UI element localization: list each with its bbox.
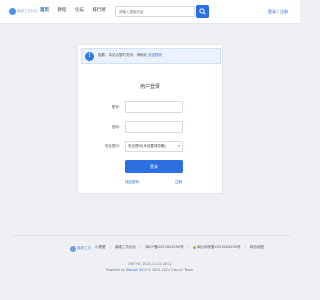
login-card: ! 抱歉，本站点暂时关闭，请稍后 安全提问 用户登录 账号: 密码: 安全提问:… <box>77 44 223 194</box>
auth-links: 登录 | 注册 <box>268 9 288 14</box>
security-question-value: 安全提问(未设置请忽略) <box>128 144 166 148</box>
password-label: 密码: <box>111 125 120 129</box>
logo-icon <box>9 8 16 15</box>
chevron-down-icon: ▾ <box>178 144 180 148</box>
police-badge-icon <box>193 245 197 249</box>
footer-divider <box>10 235 290 236</box>
footer-link-blackroom[interactable]: 小黑屋 <box>95 245 106 249</box>
powered-brand-link[interactable]: Discuz! X3.5 <box>126 268 147 272</box>
footer-link-sitemap[interactable]: 网站地图 <box>250 245 264 249</box>
nav-item-tutorials[interactable]: 教程 <box>57 8 66 14</box>
nav-item-ranking[interactable]: 排行榜 <box>92 8 106 14</box>
search-icon <box>199 8 206 15</box>
login-button[interactable]: 登录 <box>125 160 183 173</box>
login-link[interactable]: 登录 <box>268 9 276 14</box>
nav-item-forum[interactable]: 论坛 <box>75 8 84 14</box>
site-logo[interactable]: 鼎维工坊社区 <box>9 8 38 16</box>
notice-text: 抱歉，本站点暂时关闭，请稍后 安全提问 <box>98 53 162 58</box>
footer-copyright: © 2001-2024 Discuz! Team. <box>147 268 195 272</box>
footer-link-forum[interactable]: 鼎维工坊论坛 <box>115 245 136 249</box>
footer-status: GMT+8, 2024-11-22 16:12 <box>127 262 173 266</box>
form-title: 用户登录 <box>139 84 160 90</box>
auth-separator: | <box>277 9 279 14</box>
notice-message: 抱歉，本站点暂时关闭，请稍后 <box>98 53 147 57</box>
top-navbar: 鼎维工坊社区 首页 教程 论坛 排行榜 登录 | 注册 <box>0 0 300 24</box>
footer-link-icp[interactable]: 闽ICP备2023004290号 <box>145 245 183 249</box>
register-link[interactable]: 注册 <box>280 9 288 14</box>
logo-text: 鼎维工坊社区 <box>17 9 38 13</box>
footer-logo[interactable]: 鼎维工坊 <box>70 245 91 253</box>
footer-links: 小黑屋 | 鼎维工坊论坛 | 闽ICP备2023004290号 | 闽公网安备2… <box>95 245 264 249</box>
footer-powered: Powered by Discuz! X3.5 © 2001-2024 Disc… <box>0 268 300 273</box>
password-input[interactable] <box>125 121 183 133</box>
username-input[interactable] <box>125 101 183 113</box>
footer-link-police[interactable]: 闽公网安备2023004290号 <box>197 245 240 249</box>
forgot-password-link[interactable]: 找回密码 <box>125 180 139 185</box>
notice-banner: ! 抱歉，本站点暂时关闭，请稍后 安全提问 <box>81 48 221 64</box>
search-input[interactable] <box>115 6 195 17</box>
notice-link[interactable]: 安全提问 <box>148 53 162 57</box>
search-button[interactable] <box>196 5 209 18</box>
powered-prefix: Powered by <box>105 268 127 272</box>
nav-item-home[interactable]: 首页 <box>40 8 49 14</box>
security-question-select[interactable]: 安全提问(未设置请忽略) ▾ <box>125 141 183 152</box>
register-now-link[interactable]: 注册 <box>175 180 182 185</box>
main-nav: 首页 教程 论坛 排行榜 <box>40 8 113 14</box>
info-icon: ! <box>85 52 94 61</box>
security-question-label: 安全提问: <box>104 144 120 148</box>
footer-logo-icon <box>70 246 76 252</box>
username-label: 账号: <box>111 105 120 109</box>
footer-logo-text: 鼎维工坊 <box>77 246 91 250</box>
